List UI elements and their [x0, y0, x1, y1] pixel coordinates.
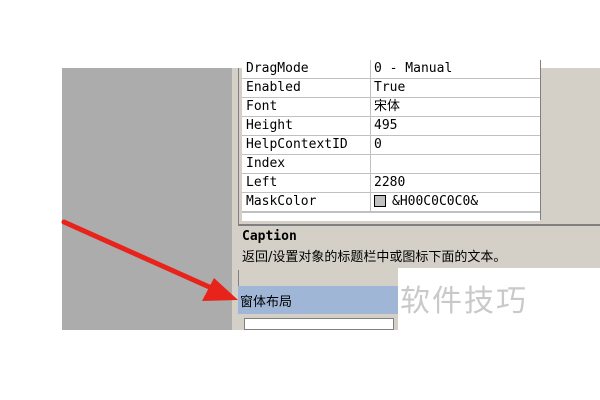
- property-value[interactable]: 0 - Manual: [374, 60, 540, 78]
- column-separator: [370, 60, 371, 78]
- column-separator: [370, 98, 371, 116]
- watermark-text: 软件技巧: [400, 284, 528, 319]
- property-value[interactable]: True: [374, 79, 540, 97]
- property-value[interactable]: &H00C0C0C0&: [374, 193, 540, 211]
- property-row-index[interactable]: Index: [242, 155, 540, 174]
- form-layout-title: 窗体布局: [240, 295, 293, 310]
- grid-right-border: [540, 60, 541, 220]
- property-description-panel: Caption 返回/设置对象的标题栏中或图标下面的文本。: [238, 224, 600, 270]
- property-name: Enabled: [246, 80, 301, 95]
- property-row-font[interactable]: Font 宋体: [242, 98, 540, 117]
- property-row-height[interactable]: Height 495: [242, 117, 540, 136]
- description-title: Caption: [242, 229, 297, 244]
- column-separator: [370, 193, 371, 211]
- left-gray-panel: [62, 68, 232, 330]
- color-swatch-icon: [374, 194, 386, 207]
- property-row-helpcontextid[interactable]: HelpContextID 0: [242, 136, 540, 155]
- property-row-enabled[interactable]: Enabled True: [242, 79, 540, 98]
- property-name: Left: [246, 175, 278, 190]
- property-row-left[interactable]: Left 2280: [242, 174, 540, 193]
- column-separator: [370, 79, 371, 97]
- property-value[interactable]: 0: [374, 136, 540, 154]
- column-separator: [370, 155, 371, 173]
- property-value[interactable]: [374, 155, 540, 173]
- form-layout-titlebar[interactable]: 窗体布局: [238, 286, 398, 314]
- column-separator: [370, 117, 371, 135]
- property-value[interactable]: 宋体: [374, 98, 540, 116]
- grid-partial-row: [242, 212, 540, 221]
- property-row-maskcolor[interactable]: MaskColor &H00C0C0C0&: [242, 193, 540, 212]
- property-name: Index: [246, 156, 286, 171]
- property-name: HelpContextID: [246, 137, 348, 152]
- mask-color-text: &H00C0C0C0&: [392, 194, 479, 209]
- property-value[interactable]: 2280: [374, 174, 540, 192]
- description-text: 返回/设置对象的标题栏中或图标下面的文本。: [242, 250, 507, 265]
- property-name: Font: [246, 99, 278, 114]
- property-row-dragmode[interactable]: DragMode 0 - Manual: [242, 60, 540, 79]
- property-value[interactable]: 495: [374, 117, 540, 135]
- column-separator: [370, 174, 371, 192]
- form-layout-preview: [244, 318, 394, 330]
- property-name: MaskColor: [246, 194, 317, 209]
- column-separator: [370, 136, 371, 154]
- property-name: DragMode: [246, 61, 309, 76]
- property-name: Height: [246, 118, 293, 133]
